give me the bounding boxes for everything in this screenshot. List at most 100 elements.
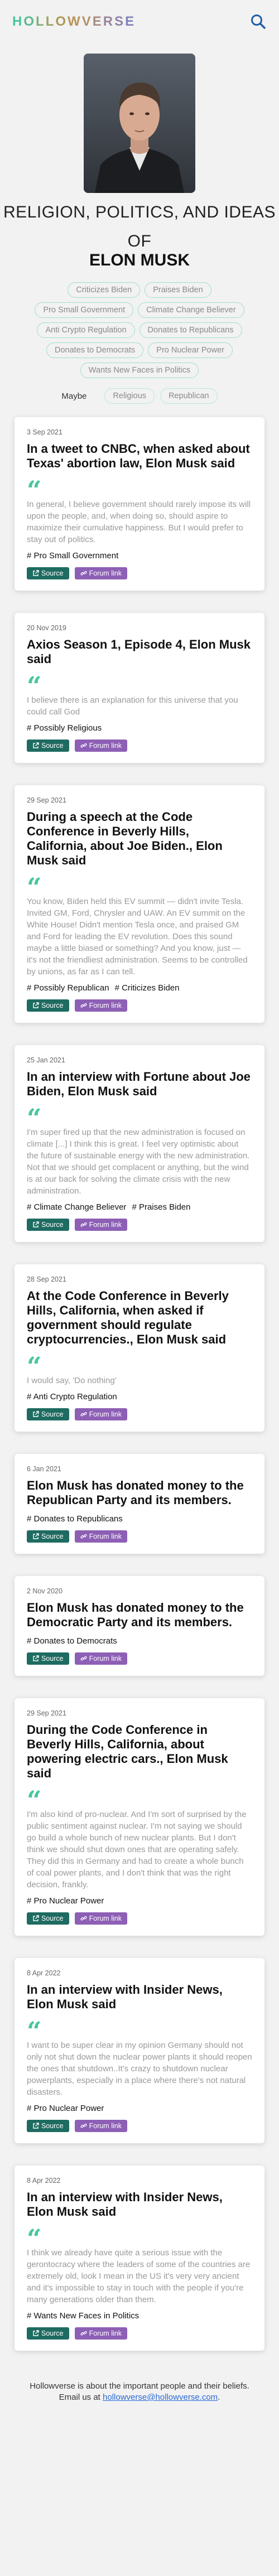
external-link-icon	[32, 1915, 39, 1922]
forum-button-label: Forum link	[89, 1655, 122, 1662]
card-button-row: Source Forum link	[27, 2327, 252, 2340]
forum-link-button[interactable]: Forum link	[74, 567, 127, 579]
card-tag-list: # Possibly Republican # Criticizes Biden	[27, 983, 252, 993]
card-date: 20 Nov 2019	[27, 624, 66, 632]
card-tag[interactable]: # Possibly Republican	[27, 983, 109, 993]
source-button-label: Source	[41, 742, 64, 750]
source-button[interactable]: Source	[27, 1652, 69, 1665]
card-tag[interactable]: # Donates to Democrats	[27, 1636, 117, 1646]
link-icon	[80, 1533, 87, 1540]
card-tag[interactable]: # Wants New Faces in Politics	[27, 2311, 139, 2321]
source-button[interactable]: Source	[27, 740, 69, 752]
topic-pill[interactable]: Wants New Faces in Politics	[80, 363, 199, 378]
topic-pill[interactable]: Praises Biden	[145, 282, 211, 298]
card-title[interactable]: During a speech at the Code Conference i…	[27, 810, 252, 868]
footer-email-suffix: .	[218, 2393, 220, 2402]
forum-link-button[interactable]: Forum link	[74, 2327, 127, 2340]
forum-link-button[interactable]: Forum link	[74, 1219, 127, 1231]
card-tag[interactable]: # Possibly Religious	[27, 723, 102, 733]
topic-pill-list: Criticizes Biden Praises Biden Pro Small G…	[33, 282, 246, 378]
card-title[interactable]: In a tweet to CNBC, when asked about Tex…	[27, 442, 252, 471]
hollowverse-logo[interactable]: HOLLOWVERSE	[12, 14, 136, 30]
forum-link-button[interactable]: Forum link	[74, 1530, 127, 1543]
footer-email-link[interactable]: hollowverse@hollowverse.com	[103, 2393, 218, 2402]
topic-pill[interactable]: Donates to Democrats	[46, 342, 144, 358]
quote-card: 29 Sep 2021 During a speech at the Code C…	[15, 785, 264, 1023]
forum-link-button[interactable]: Forum link	[74, 740, 127, 752]
card-quote: I'm super fired up that the new administ…	[27, 1128, 250, 1196]
card-tag[interactable]: # Pro Nuclear Power	[27, 2104, 104, 2113]
source-button[interactable]: Source	[27, 1530, 69, 1543]
quote-card: 3 Sep 2021 In a tweet to CNBC, when asked…	[15, 417, 264, 591]
card-tag[interactable]: # Climate Change Believer	[27, 1202, 126, 1212]
source-button[interactable]: Source	[27, 2120, 69, 2132]
quote-card: 25 Jan 2021 In an interview with Fortune …	[15, 1045, 264, 1242]
external-link-icon	[32, 1411, 39, 1418]
card-tag-list: # Climate Change Believer # Praises Biden	[27, 1202, 252, 1212]
card-quote: I want to be super clear in my opinion G…	[27, 2041, 252, 2097]
logo-letter: W	[68, 14, 82, 29]
source-button-label: Source	[41, 1410, 64, 1418]
hero-section: RELIGION, POLITICS, AND IDEAS OF ELON MU…	[0, 44, 279, 404]
source-button[interactable]: Source	[27, 2327, 69, 2340]
forum-button-label: Forum link	[89, 2329, 122, 2337]
card-date: 29 Sep 2021	[27, 1709, 66, 1717]
source-button[interactable]: Source	[27, 567, 69, 579]
forum-link-button[interactable]: Forum link	[74, 1912, 127, 1925]
card-tag[interactable]: # Pro Small Government	[27, 551, 118, 560]
maybe-pill[interactable]: Republican	[160, 388, 218, 404]
card-title[interactable]: Elon Musk has donated money to the Democ…	[27, 1601, 252, 1630]
link-icon	[80, 1221, 87, 1228]
logo-letter: S	[114, 14, 126, 29]
card-tag[interactable]: # Praises Biden	[132, 1202, 190, 1212]
card-title[interactable]: Elon Musk has donated money to the Repub…	[27, 1478, 252, 1507]
source-button[interactable]: Source	[27, 1219, 69, 1231]
forum-button-label: Forum link	[89, 569, 122, 577]
card-tag[interactable]: # Donates to Republicans	[27, 1514, 123, 1524]
topic-pill[interactable]: Anti Crypto Regulation	[37, 322, 135, 338]
topic-pill[interactable]: Criticizes Biden	[68, 282, 141, 298]
card-title[interactable]: In an interview with Fortune about Joe B…	[27, 1070, 252, 1099]
link-icon	[80, 1002, 87, 1009]
card-title[interactable]: Axios Season 1, Episode 4, Elon Musk sai…	[27, 637, 252, 666]
forum-link-button[interactable]: Forum link	[74, 2120, 127, 2132]
maybe-label: Maybe	[61, 391, 87, 401]
external-link-icon	[32, 1221, 39, 1228]
card-title[interactable]: In an interview with Insider News, Elon …	[27, 1983, 252, 2012]
forum-link-button[interactable]: Forum link	[74, 1652, 127, 1665]
quote-mark-icon: “	[27, 673, 42, 690]
card-date: 8 Apr 2022	[27, 2177, 61, 2184]
forum-link-button[interactable]: Forum link	[74, 1408, 127, 1420]
topic-pill[interactable]: Pro Small Government	[35, 302, 134, 318]
card-button-row: Source Forum link	[27, 567, 252, 579]
card-title[interactable]: During the Code Conference in Beverly Hi…	[27, 1723, 252, 1781]
page-topic-of: OF	[127, 232, 152, 250]
external-link-icon	[32, 1002, 39, 1009]
search-icon[interactable]	[250, 13, 267, 30]
card-button-row: Source Forum link	[27, 740, 252, 752]
topic-pill[interactable]: Climate Change Believer	[138, 302, 244, 318]
card-date: 2 Nov 2020	[27, 1587, 62, 1595]
card-tag[interactable]: # Anti Crypto Regulation	[27, 1392, 117, 1401]
card-date: 3 Sep 2021	[27, 428, 62, 436]
logo-letter: O	[23, 14, 36, 29]
topic-pill[interactable]: Pro Nuclear Power	[148, 342, 233, 358]
logo-letter: E	[92, 14, 103, 29]
forum-link-button[interactable]: Forum link	[74, 999, 127, 1012]
source-button[interactable]: Source	[27, 999, 69, 1012]
quote-mark-icon: “	[27, 874, 42, 891]
forum-button-label: Forum link	[89, 1410, 122, 1418]
card-title[interactable]: At the Code Conference in Beverly Hills,…	[27, 1289, 252, 1347]
card-title[interactable]: In an interview with Insider News, Elon …	[27, 2190, 252, 2219]
maybe-pill[interactable]: Religious	[104, 388, 155, 404]
card-date: 25 Jan 2021	[27, 1056, 65, 1064]
card-button-row: Source Forum link	[27, 1652, 252, 1665]
source-button-label: Source	[41, 2122, 64, 2130]
source-button-label: Source	[41, 1002, 64, 1009]
card-tag[interactable]: # Pro Nuclear Power	[27, 1896, 104, 1906]
source-button[interactable]: Source	[27, 1912, 69, 1925]
topic-pill[interactable]: Donates to Republicans	[139, 322, 242, 338]
site-footer: Hollowverse is about the important peopl…	[0, 2373, 279, 2420]
source-button[interactable]: Source	[27, 1408, 69, 1420]
card-tag[interactable]: # Criticizes Biden	[115, 983, 180, 993]
